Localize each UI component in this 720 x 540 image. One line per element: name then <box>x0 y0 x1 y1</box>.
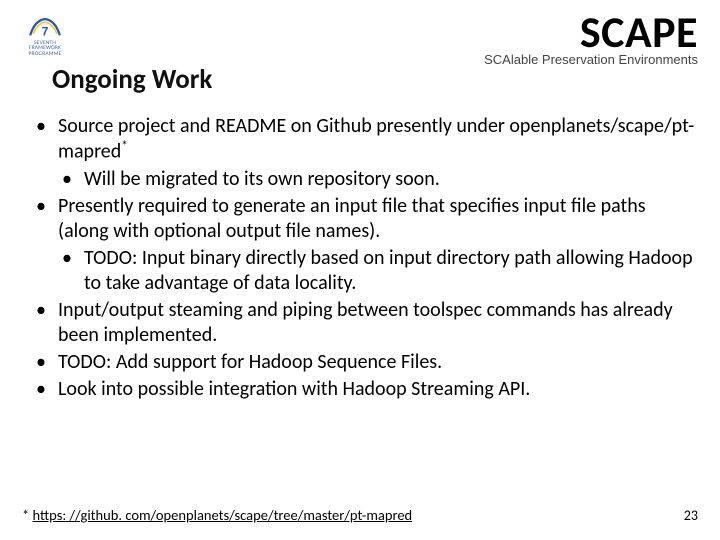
logo-caption-line2: PROGRAMME <box>22 52 68 58</box>
slide-content: Source project and README on Github pres… <box>22 114 698 402</box>
slide-header: 7 SEVENTH FRAMEWORK PROGRAMME SCAPE SCAl… <box>22 14 698 67</box>
bullet-item: Look into possible integration with Hado… <box>32 377 696 402</box>
bullet-text: Input/output steaming and piping between… <box>58 298 673 347</box>
fp7-logo: 7 SEVENTH FRAMEWORK PROGRAMME <box>22 16 68 58</box>
logo-caption: SEVENTH FRAMEWORK PROGRAMME <box>22 41 68 58</box>
sub-bullet-item: Will be migrated to its own repository s… <box>58 167 696 192</box>
bullet-text: Source project and README on Github pres… <box>58 114 694 164</box>
brand-block: SCAPE SCAlable Preservation Environments <box>484 10 698 67</box>
bullet-text: TODO: Add support for Hadoop Sequence Fi… <box>58 350 442 374</box>
superscript-marker: * <box>121 139 127 154</box>
bullet-item: Presently required to generate an input … <box>32 194 696 296</box>
page-number: 23 <box>684 507 698 524</box>
svg-text:7: 7 <box>42 24 49 38</box>
brand-name: SCAPE <box>484 10 698 54</box>
footnote: * https: //github. com/openplanets/scape… <box>22 506 412 524</box>
slide-container: 7 SEVENTH FRAMEWORK PROGRAMME SCAPE SCAl… <box>0 0 720 540</box>
sub-bullet-text: TODO: Input binary directly based on inp… <box>84 246 693 295</box>
sub-bullet-list: Will be migrated to its own repository s… <box>58 167 696 192</box>
brand-tagline: SCAlable Preservation Environments <box>484 52 698 67</box>
bullet-item: Source project and README on Github pres… <box>32 114 696 192</box>
footnote-link[interactable]: https: //github. com/openplanets/scape/t… <box>33 506 413 524</box>
bullet-text: Look into possible integration with Hado… <box>58 377 530 401</box>
bullet-list: Source project and README on Github pres… <box>32 114 696 402</box>
bullet-item: TODO: Add support for Hadoop Sequence Fi… <box>32 350 696 375</box>
footnote-marker: * <box>22 506 33 524</box>
slide-footer: * https: //github. com/openplanets/scape… <box>22 506 698 524</box>
sub-bullet-item: TODO: Input binary directly based on inp… <box>58 246 696 296</box>
sub-bullet-list: TODO: Input binary directly based on inp… <box>58 246 696 296</box>
sub-bullet-text: Will be migrated to its own repository s… <box>84 167 440 191</box>
fp7-logo-icon: 7 <box>23 16 67 40</box>
bullet-text: Presently required to generate an input … <box>58 194 646 243</box>
bullet-item: Input/output steaming and piping between… <box>32 298 696 348</box>
slide-title: Ongoing Work <box>52 63 698 96</box>
